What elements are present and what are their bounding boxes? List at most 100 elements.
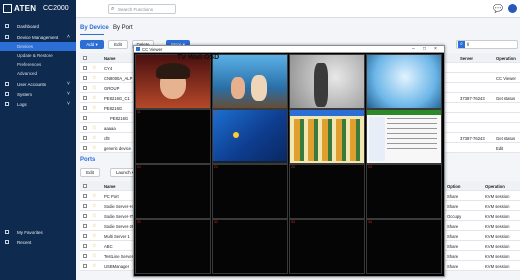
close-icon[interactable]: × (434, 46, 437, 52)
star-icon[interactable]: ☆ (92, 75, 96, 81)
sidebar-item-advanced[interactable]: Advanced (0, 69, 76, 78)
device-operation[interactable]: CC Viewer (496, 76, 516, 81)
star-icon[interactable]: ☆ (92, 223, 96, 229)
row-checkbox[interactable] (83, 126, 87, 130)
row-checkbox[interactable] (83, 224, 87, 228)
star-icon[interactable]: ☆ (92, 263, 96, 269)
avatar[interactable] (508, 4, 517, 13)
port-operation[interactable]: KVM session (485, 234, 509, 239)
cc-viewer-window[interactable]: CC Viewer – □ × TV Wall OSD 11 12 21 22 … (133, 45, 445, 277)
row-checkbox[interactable] (83, 76, 87, 80)
star-icon[interactable]: ☆ (92, 85, 96, 91)
select-all-checkbox[interactable] (83, 56, 87, 60)
select-all-checkbox[interactable] (83, 184, 87, 188)
row-checkbox[interactable] (83, 244, 87, 248)
star-icon[interactable]: ☆ (92, 105, 96, 111)
sidebar-item-label: Preferences (17, 62, 42, 67)
row-checkbox[interactable] (83, 214, 87, 218)
chat-icon[interactable]: 💬 (493, 4, 503, 13)
row-checkbox[interactable] (83, 264, 87, 268)
edit-button[interactable]: Edit (108, 40, 128, 49)
star-icon[interactable]: ☆ (92, 213, 96, 219)
device-search-input[interactable]: ⌕ ll (456, 40, 518, 49)
video-tile[interactable]: 21 (135, 164, 211, 219)
viewer-title: CC Viewer (142, 47, 163, 52)
port-operation[interactable]: KVM session (485, 254, 509, 259)
port-edit-button[interactable]: Edit (80, 168, 100, 177)
port-option: Share (447, 224, 459, 229)
tab-by-device[interactable]: By Device (80, 25, 109, 31)
row-checkbox[interactable] (83, 204, 87, 208)
row-checkbox[interactable] (83, 146, 87, 150)
tab-by-port[interactable]: By Port (113, 25, 133, 31)
edit-label: Edit (86, 170, 94, 175)
sidebar-item-user-accounts[interactable]: User Accounts ˅ (0, 80, 76, 89)
video-tile[interactable] (135, 54, 211, 109)
edit-label: Edit (114, 42, 122, 47)
port-option: Share (447, 194, 459, 199)
video-tile[interactable]: 23 (289, 164, 365, 219)
port-operation[interactable]: KVM session (485, 194, 509, 199)
maximize-icon[interactable]: □ (423, 46, 426, 52)
port-operation[interactable]: KVM session (485, 214, 509, 219)
minimize-icon[interactable]: – (412, 46, 415, 52)
video-tile[interactable] (289, 109, 365, 164)
star-icon[interactable]: ☆ (92, 135, 96, 141)
sidebar-item-update-restore[interactable]: Update & Restore (0, 51, 76, 60)
row-checkbox[interactable] (83, 96, 87, 100)
video-tile[interactable] (212, 54, 288, 109)
video-tile[interactable]: 24 (366, 164, 442, 219)
video-tile[interactable]: 31 (135, 219, 211, 274)
star-icon[interactable]: ☆ (92, 65, 96, 71)
device-operation[interactable]: Get status (496, 96, 515, 101)
sidebar-item-system[interactable]: System ˅ (0, 90, 76, 99)
video-tile[interactable] (366, 109, 442, 164)
sidebar-item-logs[interactable]: Logs ˅ (0, 100, 76, 109)
video-tile[interactable]: 11 (135, 109, 211, 164)
video-tile[interactable] (366, 54, 442, 109)
add-button[interactable]: Add ▾ (80, 40, 104, 49)
row-checkbox[interactable] (83, 106, 87, 110)
sidebar-item-recent[interactable]: Recent (0, 238, 76, 247)
star-icon[interactable]: ☆ (92, 243, 96, 249)
sidebar-item-devices[interactable]: Devices (0, 42, 76, 51)
port-operation[interactable]: KVM session (485, 264, 509, 269)
star-icon[interactable]: ☆ (92, 233, 96, 239)
search-functions-input[interactable]: ⌕ Search Functions (108, 4, 176, 14)
star-icon[interactable]: ☆ (92, 125, 96, 131)
star-icon[interactable]: ☆ (92, 253, 96, 259)
device-server: 37387-76243 (460, 136, 485, 141)
row-checkbox[interactable] (83, 66, 87, 70)
star-icon[interactable]: ☆ (92, 95, 96, 101)
video-tile[interactable]: 33 (289, 219, 365, 274)
video-tile[interactable] (289, 54, 365, 109)
chevron-up-icon: ˄ (67, 34, 70, 40)
row-checkbox[interactable] (83, 254, 87, 258)
row-checkbox[interactable] (83, 234, 87, 238)
sidebar-item-favorites[interactable]: My Favorites (0, 228, 76, 237)
star-icon[interactable]: ☆ (92, 193, 96, 199)
port-operation[interactable]: KVM session (485, 204, 509, 209)
grid-menu-icon[interactable] (3, 4, 12, 13)
device-name: CN8000A_ALP (104, 76, 133, 81)
star-icon[interactable]: ☆ (92, 145, 96, 151)
device-name: CY4 (104, 66, 113, 71)
sidebar-item-device-management[interactable]: Device Management ˄ (0, 33, 76, 42)
port-operation[interactable]: KVM session (485, 244, 509, 249)
row-checkbox[interactable] (83, 86, 87, 90)
row-checkbox[interactable] (83, 136, 87, 140)
viewer-title-bar[interactable]: CC Viewer – □ × (134, 46, 444, 53)
sidebar-item-dashboard[interactable]: Dashboard (0, 22, 76, 31)
device-operation[interactable]: Get status (496, 136, 515, 141)
row-checkbox[interactable] (83, 194, 87, 198)
video-tile[interactable]: 22 (212, 164, 288, 219)
device-operation[interactable]: Edit (496, 146, 503, 151)
sidebar-item-preferences[interactable]: Preferences (0, 60, 76, 69)
row-checkbox[interactable] (83, 116, 87, 120)
video-tile[interactable]: 32 (212, 219, 288, 274)
star-icon[interactable]: ☆ (92, 203, 96, 209)
video-tile[interactable]: 34 (366, 219, 442, 274)
sidebar-item-label: Recent (17, 240, 32, 245)
video-tile[interactable]: 12 (212, 109, 288, 164)
port-operation[interactable]: KVM session (485, 224, 509, 229)
